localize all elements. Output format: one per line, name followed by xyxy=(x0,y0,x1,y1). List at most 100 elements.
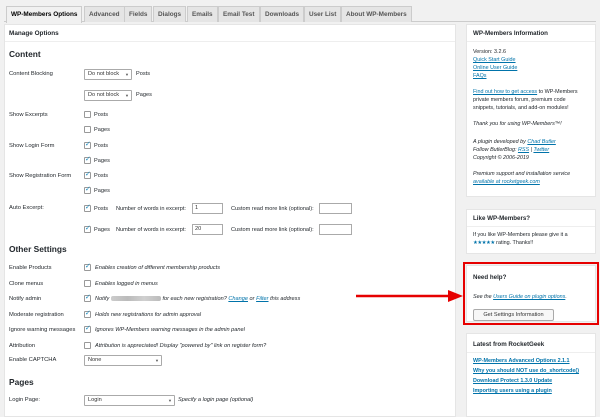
login-page-select[interactable]: Login ▼ xyxy=(84,395,175,406)
auto-excerpt-posts-checkbox[interactable]: ✓ xyxy=(84,204,91,212)
login-pages-label: Pages xyxy=(94,158,110,164)
clone-menus-desc: Enables logged in menus xyxy=(95,281,158,287)
moderate-label: Moderate registration xyxy=(9,312,64,318)
content-blocking-label: Content Blocking xyxy=(9,71,53,77)
twitter-link[interactable]: Twitter xyxy=(533,147,549,153)
pages-words-label: Number of words in excerpt: xyxy=(116,227,186,233)
rss-link[interactable]: RSS xyxy=(518,147,529,153)
pages-blocking-label: Pages xyxy=(136,92,152,98)
moderate-checkbox[interactable]: ✓ xyxy=(84,310,91,318)
pages-blocking-select[interactable]: Do not block ▼ xyxy=(84,90,132,101)
like-title: Like WP-Members? xyxy=(473,215,531,222)
enable-products-checkbox[interactable]: ✓ xyxy=(84,263,91,271)
tab-about[interactable]: About WP-Members xyxy=(341,6,412,22)
promo-line2: private members forum, premium code xyxy=(473,97,566,103)
check-icon: ✓ xyxy=(85,325,91,332)
copyright-text: Copyright © 2006-2019 xyxy=(473,155,529,161)
follow-pre: Follow ButlerBlog: xyxy=(473,147,517,153)
options-tab-bar: WP-Members Options Advanced Fields Dialo… xyxy=(4,4,596,23)
check-icon: ✓ xyxy=(85,294,91,301)
posts-blocking-value: Do not block xyxy=(88,71,120,77)
latest-item[interactable]: Download Protect 1.3.0 Update xyxy=(473,378,552,384)
check-icon: ✓ xyxy=(85,204,91,211)
check-icon: ✓ xyxy=(85,225,91,232)
quick-start-link[interactable]: Quick Start Guide xyxy=(473,57,516,63)
posts-blocking-select[interactable]: Do not block ▼ xyxy=(84,69,132,80)
like-thanks: rating. Thanks!! xyxy=(496,240,534,246)
latest-item[interactable]: WP-Members Advanced Options 2.1.1 xyxy=(473,358,570,364)
notify-post-text: this address xyxy=(270,296,301,302)
tab-downloads[interactable]: Downloads xyxy=(260,6,305,22)
notify-admin-label: Notify admin xyxy=(9,296,42,302)
attribution-label: Attribution xyxy=(9,343,36,349)
captcha-select[interactable]: None ▼ xyxy=(84,355,162,366)
info-box: WP-Members Information Version: 3.2.6 Qu… xyxy=(466,24,596,197)
login-pages-checkbox[interactable]: ✓ xyxy=(84,156,91,164)
ignore-warnings-checkbox[interactable]: ✓ xyxy=(84,325,91,333)
latest-item[interactable]: Importing users using a plugin xyxy=(473,388,552,394)
pages-readmore-input[interactable] xyxy=(319,224,352,235)
check-icon: ✓ xyxy=(85,310,91,317)
tab-dialogs[interactable]: Dialogs xyxy=(153,6,187,22)
tab-wp-members-options[interactable]: WP-Members Options xyxy=(6,6,83,23)
like-line2: ★★★★★ rating. Thanks!! xyxy=(473,240,533,246)
promo-rest: to WP-Members xyxy=(538,89,578,95)
five-star-rating-link[interactable]: ★★★★★ xyxy=(473,240,495,246)
registration-pages-label: Pages xyxy=(94,188,110,194)
chevron-down-icon: ▼ xyxy=(125,72,129,77)
ignore-warnings-label: Ignore warning messages xyxy=(9,327,76,333)
tab-fields[interactable]: Fields xyxy=(124,6,153,22)
chevron-down-icon: ▼ xyxy=(168,398,172,403)
excerpts-posts-checkbox[interactable] xyxy=(84,111,91,118)
posts-words-label: Number of words in excerpt: xyxy=(116,206,186,212)
online-guide-link[interactable]: Online User Guide xyxy=(473,65,517,71)
attribution-checkbox[interactable] xyxy=(84,342,91,349)
latest-title: Latest from RocketGeek xyxy=(473,341,545,348)
forum-access-link[interactable]: Find out how to get access xyxy=(473,89,537,95)
like-box: Like WP-Members? If you like WP-Members … xyxy=(466,209,596,254)
moderate-desc: Holds new registrations for admin approv… xyxy=(95,312,202,318)
latest-item[interactable]: Why you should NOT use do_shortcode() xyxy=(473,368,579,374)
tab-email-test[interactable]: Email Test xyxy=(218,6,260,22)
tab-emails[interactable]: Emails xyxy=(187,6,218,22)
registration-pages-checkbox[interactable]: ✓ xyxy=(84,186,91,194)
info-title: WP-Members Information xyxy=(473,30,548,37)
rocketgeek-link[interactable]: available at rocketgeek.com xyxy=(473,179,540,185)
filter-email-link[interactable]: Filter xyxy=(256,296,268,302)
login-page-desc: Specify a login page (optional) xyxy=(178,397,254,403)
registration-posts-checkbox[interactable]: ✓ xyxy=(84,171,91,179)
chad-butler-link[interactable]: Chad Butler xyxy=(527,139,555,145)
excerpts-pages-checkbox[interactable] xyxy=(84,126,91,133)
clone-menus-label: Clone menus xyxy=(9,281,44,287)
login-posts-label: Posts xyxy=(94,143,108,149)
registration-posts-label: Posts xyxy=(94,173,108,179)
chevron-down-icon: ▼ xyxy=(125,93,129,98)
pages-heading: Pages xyxy=(9,377,34,387)
enable-products-desc: Enables creation of different membership… xyxy=(95,265,220,271)
tab-user-list[interactable]: User List xyxy=(304,6,342,22)
posts-readmore-input[interactable] xyxy=(319,203,352,214)
content-heading: Content xyxy=(9,49,41,59)
posts-words-input[interactable]: 1 xyxy=(192,203,223,214)
faqs-link[interactable]: FAQs xyxy=(473,73,486,79)
redacted-email xyxy=(110,296,161,302)
notify-admin-checkbox[interactable]: ✓ xyxy=(84,294,91,302)
panel-divider xyxy=(5,41,455,42)
clone-menus-checkbox[interactable] xyxy=(84,280,91,287)
captcha-value: None xyxy=(88,357,102,363)
login-page-label: Login Page: xyxy=(9,397,40,403)
notify-or-text: or xyxy=(249,296,255,302)
check-icon: ✓ xyxy=(85,141,91,148)
login-posts-checkbox[interactable]: ✓ xyxy=(84,141,91,149)
red-arrow-icon xyxy=(356,290,463,302)
manage-options-panel: Manage Options Content Content Blocking … xyxy=(4,24,456,417)
highlight-outline xyxy=(463,262,599,325)
captcha-label: Enable CAPTCHA xyxy=(9,357,57,363)
posts-blocking-label: Posts xyxy=(136,71,150,77)
promo-line1: Find out how to get access to WP-Members xyxy=(473,89,578,95)
change-email-link[interactable]: Change xyxy=(228,296,248,302)
auto-excerpt-pages-checkbox[interactable]: ✓ xyxy=(84,225,91,233)
tab-advanced[interactable]: Advanced xyxy=(84,6,125,22)
pages-words-input[interactable]: 20 xyxy=(192,224,223,235)
follow-separator: | xyxy=(530,147,532,153)
